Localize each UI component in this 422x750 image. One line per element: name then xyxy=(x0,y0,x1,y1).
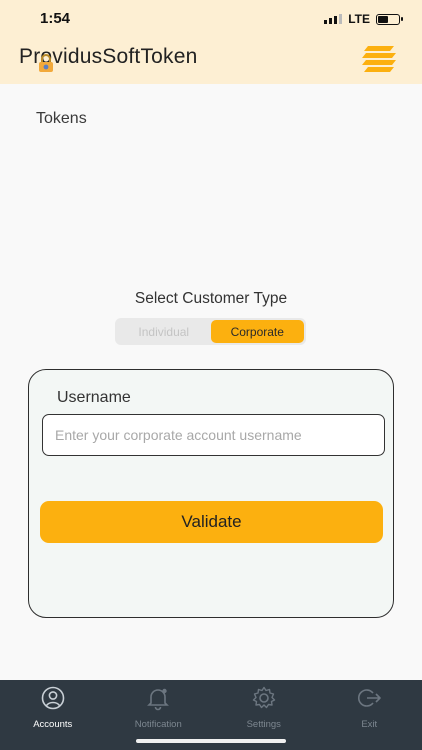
login-card: Username Validate xyxy=(28,369,394,618)
app-header: ProvidusSoftToken xyxy=(0,32,422,84)
tab-label-notification: Notification xyxy=(134,719,182,730)
tab-label-exit: Exit xyxy=(361,719,378,730)
notification-icon xyxy=(145,685,171,716)
exit-icon xyxy=(356,685,382,716)
tab-label-accounts: Accounts xyxy=(33,719,73,730)
status-indicators: LTE xyxy=(324,12,403,26)
customer-type-selector: Individual Corporate xyxy=(115,318,306,345)
settings-icon xyxy=(251,685,277,716)
network-type: LTE xyxy=(348,12,370,26)
segment-individual[interactable]: Individual xyxy=(117,320,211,343)
tab-exit[interactable]: Exit xyxy=(317,680,422,750)
customer-type-heading: Select Customer Type xyxy=(134,290,288,307)
tab-accounts[interactable]: Accounts xyxy=(0,680,106,750)
segment-corporate[interactable]: Corporate xyxy=(210,320,304,343)
status-time: 1:54 xyxy=(40,10,71,27)
username-input[interactable] xyxy=(42,414,385,456)
tokens-label: Tokens xyxy=(36,110,87,127)
menu-icon[interactable] xyxy=(360,43,398,78)
signal-icon xyxy=(324,14,343,24)
status-bar: 1:54 LTE xyxy=(0,0,422,32)
lock-icon xyxy=(38,53,54,78)
tab-label-settings: Settings xyxy=(246,719,281,730)
validate-button[interactable]: Validate xyxy=(40,501,383,543)
home-indicator xyxy=(136,739,286,743)
username-label: Username xyxy=(57,389,131,406)
accounts-icon xyxy=(40,685,66,716)
battery-icon xyxy=(376,13,403,25)
